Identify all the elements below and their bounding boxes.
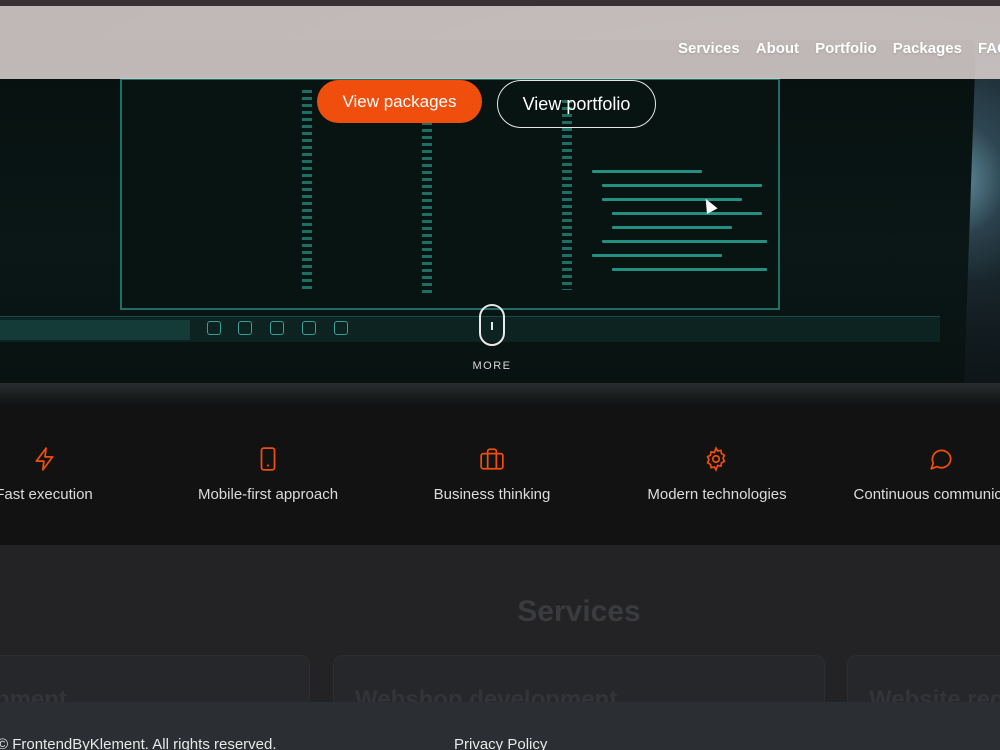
gear-icon bbox=[706, 446, 726, 472]
services-heading: Services bbox=[517, 595, 641, 628]
feature-item: Business thinking bbox=[382, 405, 602, 545]
feature-label: Continuous communication bbox=[853, 486, 1000, 503]
taskbar-clock-icon bbox=[207, 321, 221, 335]
feature-label: Mobile-first approach bbox=[197, 486, 339, 503]
nav-link-faq[interactable]: FAQ bbox=[978, 40, 1000, 57]
page: View packages View portfolio MORE Servic… bbox=[0, 0, 1000, 750]
feature-item: Fast execution bbox=[0, 405, 154, 545]
taskbar-chat-icon bbox=[270, 321, 284, 335]
privacy-policy-link[interactable]: Privacy Policy bbox=[454, 736, 547, 750]
scroll-more-label: MORE bbox=[472, 360, 512, 372]
hero-taskbar-search-image bbox=[0, 320, 190, 340]
lightning-icon bbox=[35, 447, 54, 471]
feature-item: Mobile-first approach bbox=[158, 405, 378, 545]
nav-link-about[interactable]: About bbox=[756, 40, 799, 57]
chat-bubble-icon bbox=[930, 449, 952, 470]
feature-item: Continuous communication bbox=[834, 405, 1000, 545]
navbar: Services About Portfolio Packages FAQ bbox=[0, 6, 1000, 79]
nav-link-services[interactable]: Services bbox=[678, 40, 740, 57]
feature-label: Business thinking bbox=[433, 486, 551, 503]
taskbar-app-icon bbox=[238, 321, 252, 335]
nav-link-portfolio[interactable]: Portfolio bbox=[815, 40, 877, 57]
footer-copyright: © FrontendByKlement. All rights reserved… bbox=[0, 736, 277, 750]
taskbar-folder-icon bbox=[302, 321, 316, 335]
smartphone-icon bbox=[260, 447, 276, 471]
nav-link-packages[interactable]: Packages bbox=[893, 40, 962, 57]
scroll-more-button[interactable] bbox=[479, 304, 505, 346]
taskbar-store-icon bbox=[334, 321, 348, 335]
footer: © FrontendByKlement. All rights reserved… bbox=[0, 702, 1000, 750]
hero-laptop-base-image bbox=[0, 383, 1000, 405]
view-packages-button[interactable]: View packages bbox=[317, 80, 482, 123]
nav-links: Services About Portfolio Packages FAQ bbox=[678, 40, 1000, 57]
view-portfolio-button[interactable]: View portfolio bbox=[497, 80, 656, 128]
scroll-mouse-icon bbox=[491, 322, 493, 330]
feature-item: Modern technologies bbox=[607, 405, 827, 545]
features-section: Fast execution Mobile-first approach Bus… bbox=[0, 405, 1000, 545]
briefcase-icon bbox=[480, 448, 504, 470]
feature-label: Modern technologies bbox=[647, 486, 787, 503]
feature-label: Fast execution bbox=[0, 486, 93, 503]
